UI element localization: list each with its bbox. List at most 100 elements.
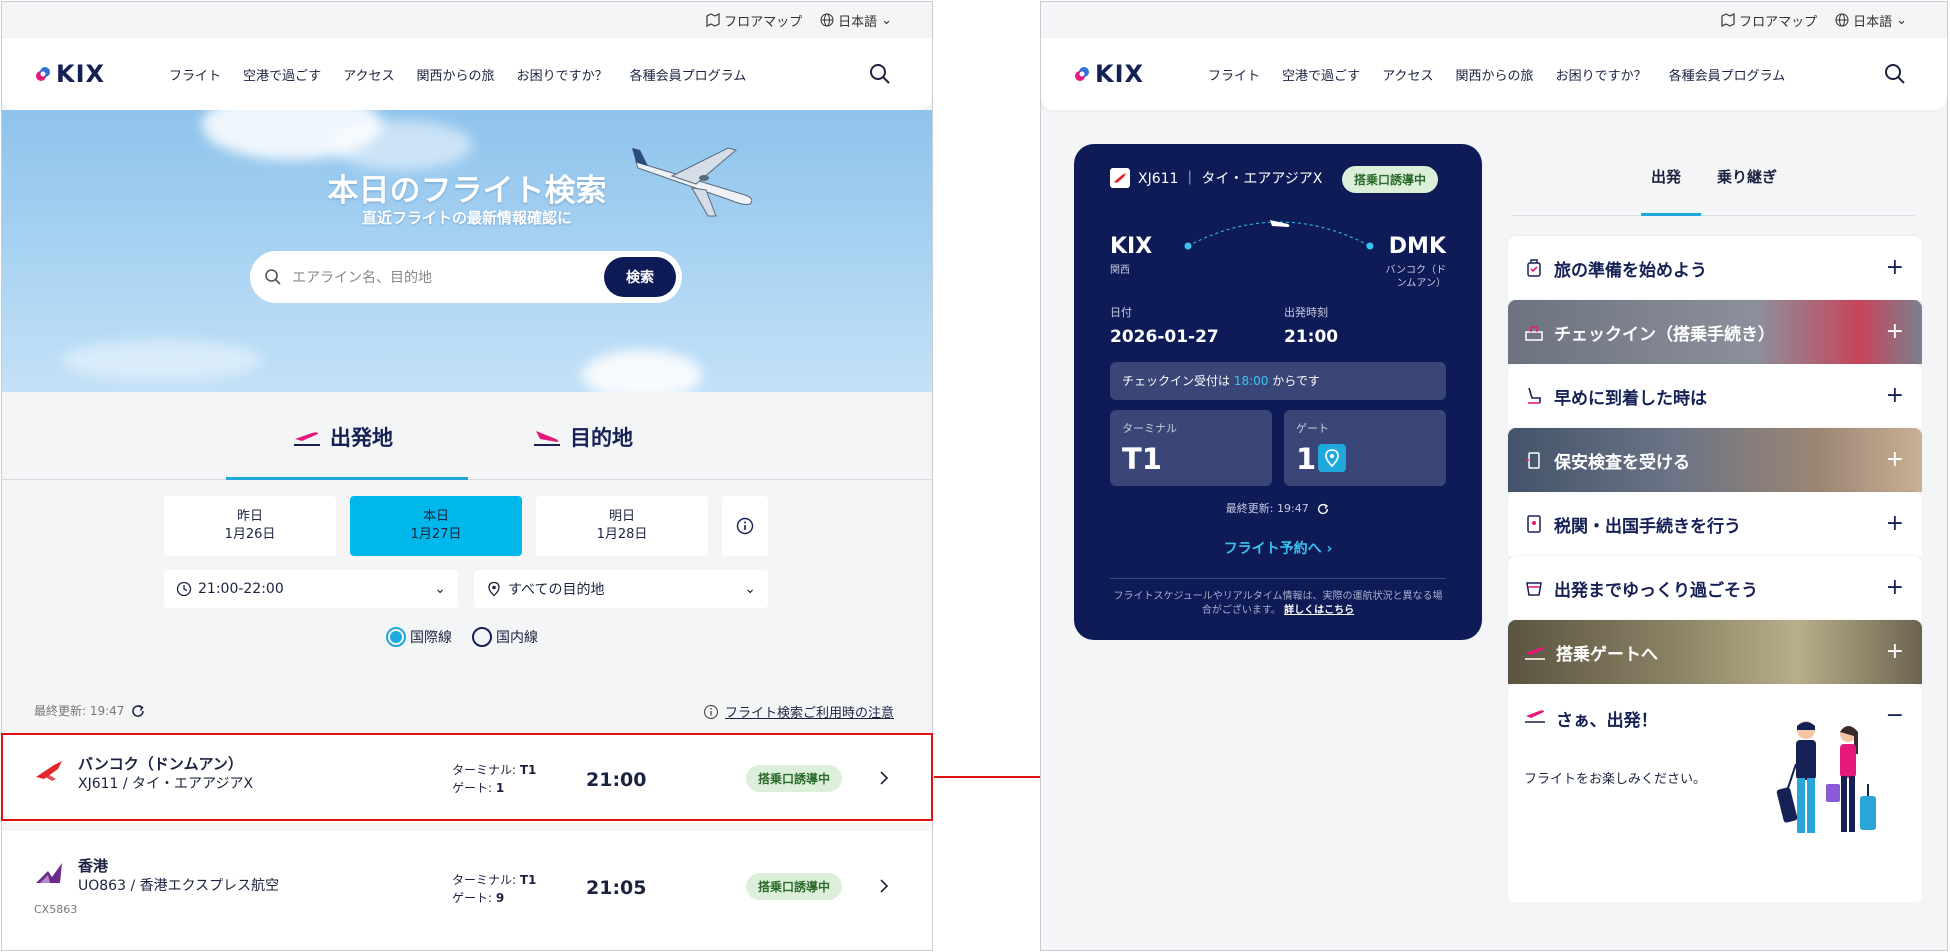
accordion-departure[interactable]: さぁ、出発！ − フライトをお楽しみください。 (1508, 684, 1922, 902)
checkin-text: チェックイン受付は (1122, 374, 1234, 388)
day-date: 1月26日 (224, 527, 276, 542)
disclaimer-link[interactable]: 詳しくはこちら (1284, 605, 1354, 616)
refresh-icon[interactable] (1316, 502, 1330, 516)
plane-takeoff-icon (1525, 647, 1545, 660)
kix-logo[interactable]: KIX (1073, 60, 1144, 88)
language-label: 日本語 (1853, 14, 1893, 30)
tab-departure[interactable]: 出発地 (292, 422, 393, 452)
nav-airport[interactable]: 空港で過ごす (243, 65, 321, 84)
nav-flight[interactable]: フライト (1208, 65, 1260, 84)
tab-journey-departure[interactable]: 出発 (1651, 166, 1681, 187)
accordion-title: 税関・出国手続きを行う (1554, 516, 1741, 537)
active-tab-indicator (1641, 213, 1701, 216)
tab-journey-transfer[interactable]: 乗り継ぎ (1717, 166, 1777, 187)
radio-dot (386, 627, 406, 647)
map-icon (706, 13, 720, 27)
last-updated-text: 最終更新: 19:47 (1225, 502, 1309, 515)
flight-search-bar[interactable]: エアライン名、目的地 検索 (250, 251, 682, 303)
terminal-box: ターミナル T1 (1110, 410, 1272, 486)
utility-bar: フロアマップ 日本語 ⌄ (2, 2, 932, 38)
minus-icon: − (1885, 703, 1904, 728)
search-icon[interactable] (868, 62, 892, 86)
plus-icon: + (1885, 383, 1904, 408)
floor-map-link[interactable]: フロアマップ (706, 11, 802, 30)
suitcase-icon (1527, 259, 1541, 277)
nav-membership[interactable]: 各種会員プログラム (630, 65, 747, 84)
search-icon[interactable] (1883, 62, 1907, 86)
day-label: 本日 (422, 509, 449, 524)
checkin-time: 18:00 (1233, 374, 1269, 388)
selected-flight-highlight (1, 733, 933, 821)
chevron-down-icon: ⌄ (744, 581, 756, 597)
radio-domestic[interactable]: 国内線 (472, 627, 538, 647)
flight-row[interactable]: 香港 UO863 / 香港エクスプレス航空 CX5863 ターミナル: T1 ゲ… (2, 831, 932, 950)
flight-number-airline: UO863 / 香港エクスプレス航空 (78, 878, 280, 894)
main-nav: フライト 空港で過ごす アクセス 関西からの旅 お困りですか？ 各種会員プログラ… (1208, 65, 1785, 84)
language-select[interactable]: 日本語 ⌄ (1835, 11, 1907, 30)
accordion-gate[interactable]: 搭乗ゲートへ + (1508, 620, 1922, 684)
terminal-value: T1 (519, 873, 537, 887)
nav-access[interactable]: アクセス (343, 65, 394, 84)
direction-tabs: 出発地 目的地 (2, 392, 932, 480)
gate-map-icon[interactable] (1318, 444, 1346, 472)
destination-select[interactable]: すべての目的地 ⌄ (474, 570, 768, 608)
accordion-relax[interactable]: 出発までゆっくり過ごそう + (1508, 556, 1922, 620)
radio-international-label: 国際線 (410, 630, 452, 646)
day-today[interactable]: 本日 1月27日 (350, 496, 522, 556)
accordion-title: チェックイン（搭乗手続き） (1554, 324, 1775, 345)
tab-arrival[interactable]: 目的地 (532, 422, 633, 452)
nav-travel[interactable]: 関西からの旅 (417, 65, 495, 84)
floor-map-link[interactable]: フロアマップ (1721, 11, 1817, 30)
nav-help[interactable]: お困りですか？ (517, 65, 608, 84)
nav-help[interactable]: お困りですか？ (1556, 65, 1647, 84)
search-input[interactable]: エアライン名、目的地 (292, 267, 604, 287)
checkin-counter-icon (1525, 326, 1543, 341)
kix-logo[interactable]: KIX (34, 60, 105, 88)
cloud-decoration (332, 120, 472, 170)
day-yesterday[interactable]: 昨日 1月26日 (164, 496, 336, 556)
search-icon (265, 269, 281, 285)
last-updated-text: 最終更新: 19:47 (34, 704, 125, 718)
day-tomorrow[interactable]: 明日 1月28日 (536, 496, 708, 556)
accordion-customs[interactable]: 税関・出国手続きを行う + (1508, 492, 1922, 556)
info-button[interactable] (722, 496, 768, 556)
accordion-title: 早めに到着した時は (1554, 388, 1707, 409)
floor-map-label: フロアマップ (1739, 14, 1818, 30)
destination-city-line: バンコク（ド (1385, 265, 1447, 276)
site-header: KIX フライト 空港で過ごす アクセス 関西からの旅 お困りですか？ 各種会員… (1041, 38, 1947, 110)
radio-domestic-label: 国内線 (496, 630, 538, 646)
time-range-select[interactable]: 21:00-22:00 ⌄ (164, 570, 458, 608)
plus-icon: + (1885, 639, 1904, 664)
chevron-right-icon (880, 879, 889, 893)
nav-travel[interactable]: 関西からの旅 (1456, 65, 1534, 84)
accordion-security[interactable]: 保安検査を受ける + (1508, 428, 1922, 492)
last-updated: 最終更新: 19:47 (1074, 500, 1482, 516)
terminal-gate: ターミナル: T1 ゲート: 9 (452, 871, 536, 907)
chevron-down-icon: ⌄ (1896, 12, 1907, 28)
nav-airport[interactable]: 空港で過ごす (1282, 65, 1360, 84)
nav-membership[interactable]: 各種会員プログラム (1669, 65, 1786, 84)
nav-access[interactable]: アクセス (1382, 65, 1433, 84)
search-button[interactable]: 検索 (604, 257, 676, 297)
checkin-text: からです (1268, 374, 1320, 388)
refresh-icon[interactable] (130, 703, 146, 719)
nav-flight[interactable]: フライト (169, 65, 221, 84)
destination-value: すべての目的地 (508, 582, 605, 598)
passport-icon (1527, 515, 1541, 533)
clock-icon (176, 581, 192, 597)
airline-name: XJ611 ｜ タイ・エアアジアX (1138, 171, 1323, 187)
accordion-checkin[interactable]: チェックイン（搭乗手続き） + (1508, 300, 1922, 364)
disclaimer-text: フライトスケジュールやリアルタイム情報は、実際の運航状況と異なる場合がございます… (1113, 591, 1443, 616)
gate-box: ゲート 1 (1284, 410, 1446, 486)
accordion-early-arrival[interactable]: 早めに到着した時は + (1508, 364, 1922, 428)
book-flight-link[interactable]: フライト予約へ › (1074, 538, 1482, 558)
airasia-logo-icon (1110, 168, 1130, 188)
terminal-label: ターミナル: (452, 873, 520, 887)
flight-detail-card: XJ611 ｜ タイ・エアアジアX 搭乗口誘導中 KIX 関西 DMK バンコク… (1074, 144, 1482, 640)
radio-international[interactable]: 国際線 (386, 627, 452, 647)
plus-icon: + (1885, 255, 1904, 280)
language-select[interactable]: 日本語 ⌄ (820, 11, 892, 30)
checkin-info: チェックイン受付は 18:00 からです (1110, 362, 1446, 400)
search-notice-link[interactable]: フライト検索ご利用時の注意 (703, 702, 894, 721)
accordion-prepare[interactable]: 旅の準備を始めよう + (1508, 236, 1922, 300)
